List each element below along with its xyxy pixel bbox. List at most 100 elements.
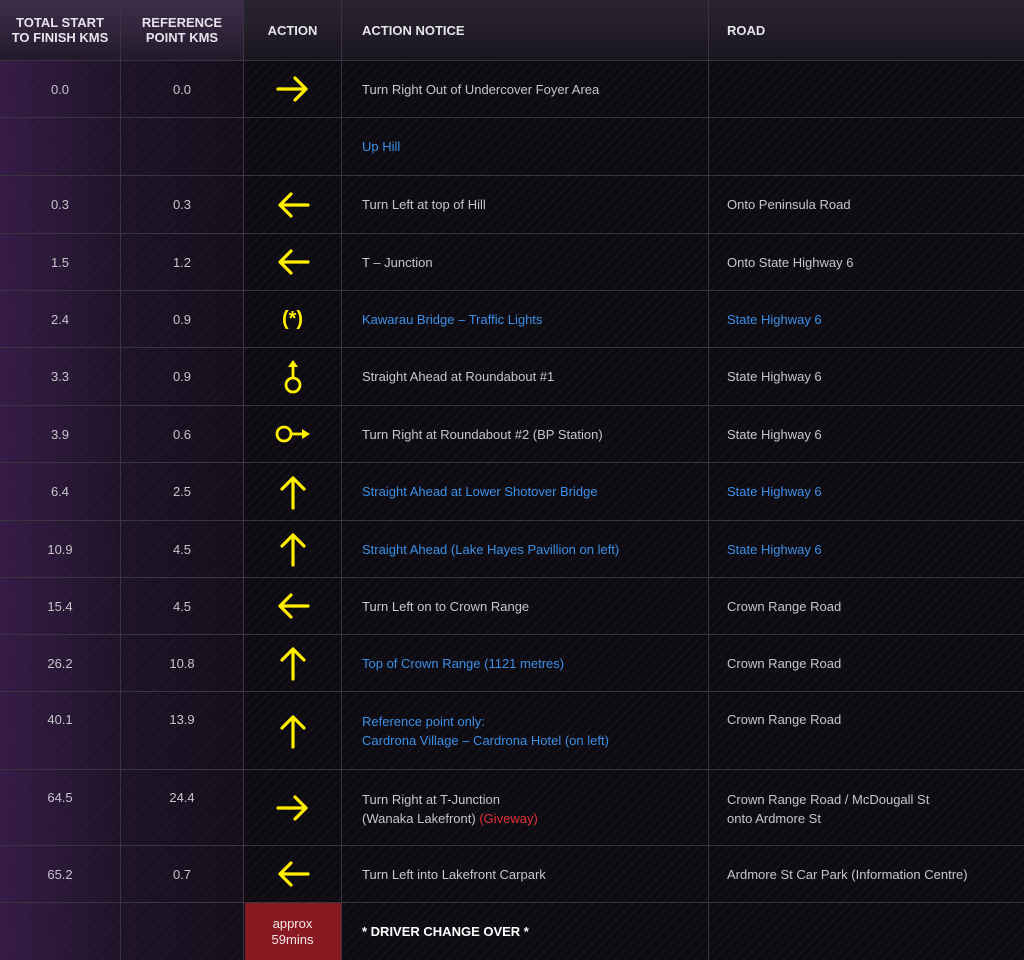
reference-kms: 0.0 [121, 61, 244, 117]
table-row: Up Hill [0, 118, 1024, 176]
arrow-left-icon [277, 861, 310, 887]
road: Onto Peninsula Road [727, 197, 851, 212]
header-total-kms: TOTAL START TO FINISH KMS [0, 0, 121, 60]
total-kms [0, 118, 121, 175]
action-notice: Turn Left on to Crown Range [342, 578, 709, 634]
arrow-left-icon [277, 593, 310, 619]
total-kms: 3.3 [0, 348, 121, 405]
arrow-left-icon [277, 249, 310, 275]
reference-kms: 0.9 [121, 291, 244, 347]
action-notice: Turn Right Out of Undercover Foyer Area [342, 61, 709, 117]
table-row: 3.3 0.9 Straight Ahead at Roundabout #1 … [0, 348, 1024, 406]
reference-kms: 1.2 [121, 234, 244, 290]
action-notice: Turn Right at T-Junction (Wanaka Lakefro… [342, 770, 709, 845]
action-cell [244, 578, 342, 634]
action-cell [244, 118, 342, 175]
action-cell [244, 521, 342, 577]
road: State Highway 6 [727, 426, 822, 442]
action-cell [244, 463, 342, 520]
approx-time-badge: approx 59mins [244, 903, 341, 960]
road [709, 118, 1024, 175]
reference-kms: 0.3 [121, 176, 244, 233]
total-kms: 64.5 [0, 770, 121, 845]
action-cell: (*) [244, 291, 342, 347]
reference-kms: 4.5 [121, 578, 244, 634]
road: Ardmore St Car Park (Information Centre) [727, 866, 968, 882]
table-row: 3.9 0.6 Turn Right at Roundabout #2 (BP … [0, 406, 1024, 463]
action-cell [244, 406, 342, 462]
total-kms: 40.1 [0, 692, 121, 769]
reference-kms: 0.7 [121, 846, 244, 902]
reference-kms: 0.9 [121, 348, 244, 405]
total-kms: 10.9 [0, 521, 121, 577]
roundabout-straight-icon [284, 359, 301, 393]
action-notice: Turn Left into Lakefront Carpark [342, 846, 709, 902]
driver-change-notice: * DRIVER CHANGE OVER * [342, 903, 709, 960]
road: State Highway 6 [727, 369, 822, 384]
arrow-up-icon [279, 533, 306, 567]
road: Onto State Highway 6 [727, 254, 854, 270]
table-row: approx 59mins * DRIVER CHANGE OVER * [0, 903, 1024, 960]
table-row: 1.5 1.2 T – Junction Onto State Highway … [0, 234, 1024, 291]
action-cell [244, 635, 342, 691]
total-kms: 2.4 [0, 291, 121, 347]
reference-kms: 2.5 [121, 463, 244, 520]
action-notice: Top of Crown Range (1121 metres) [342, 635, 709, 691]
action-notice: Up Hill [342, 118, 709, 175]
arrow-up-icon [279, 475, 306, 510]
action-cell [244, 770, 342, 845]
reference-kms: 13.9 [121, 692, 244, 769]
reference-kms: 10.8 [121, 635, 244, 691]
roundabout-right-icon [275, 425, 310, 443]
total-kms [0, 903, 121, 960]
arrow-right-icon [275, 794, 308, 821]
reference-kms: 0.6 [121, 406, 244, 462]
total-kms: 65.2 [0, 846, 121, 902]
header-reference-kms: REFERENCE POINT KMS [121, 0, 244, 60]
action-notice: Straight Ahead (Lake Hayes Pavillion on … [342, 521, 709, 577]
total-kms: 3.9 [0, 406, 121, 462]
table-row: 0.3 0.3 Turn Left at top of Hill Onto Pe… [0, 176, 1024, 234]
action-notice: Turn Left at top of Hill [342, 176, 709, 233]
traffic-lights-icon: (*) [281, 307, 304, 330]
road: Crown Range Road / McDougall St onto Ardm… [727, 792, 930, 826]
action-cell: approx 59mins [244, 903, 342, 960]
table-header: TOTAL START TO FINISH KMS REFERENCE POINT … [0, 0, 1024, 61]
action-cell [244, 846, 342, 902]
header-road: ROAD [727, 22, 766, 38]
table-row: 26.2 10.8 Top of Crown Range (1121 metre… [0, 635, 1024, 692]
table-row: 65.2 0.7 Turn Left into Lakefront Carpar… [0, 846, 1024, 903]
action-cell [244, 61, 342, 117]
action-notice: Kawarau Bridge – Traffic Lights [342, 291, 709, 347]
total-kms: 26.2 [0, 635, 121, 691]
table-row: 6.4 2.5 Straight Ahead at Lower Shotover… [0, 463, 1024, 521]
total-kms: 1.5 [0, 234, 121, 290]
reference-kms [121, 118, 244, 175]
table-row: 2.4 0.9 (*) Kawarau Bridge – Traffic Lig… [0, 291, 1024, 348]
arrow-up-icon [279, 647, 306, 681]
total-kms: 0.0 [0, 61, 121, 117]
route-instructions-table: TOTAL START TO FINISH KMS REFERENCE POINT … [0, 0, 1024, 960]
giveway-note: (Giveway) [479, 811, 538, 826]
header-action: ACTION [244, 0, 342, 60]
table-row: 15.4 4.5 Turn Left on to Crown Range Cro… [0, 578, 1024, 635]
arrow-up-icon [279, 714, 306, 749]
table-row: 40.1 13.9 Reference point only: Cardrona … [0, 692, 1024, 770]
total-kms: 6.4 [0, 463, 121, 520]
action-notice: Reference point only: Cardrona Village – … [342, 692, 709, 769]
road: State Highway 6 [727, 541, 822, 557]
road: Crown Range Road [727, 598, 842, 614]
arrow-right-icon [275, 76, 308, 102]
reference-kms [121, 903, 244, 960]
total-kms: 0.3 [0, 176, 121, 233]
reference-kms: 24.4 [121, 770, 244, 845]
action-cell [244, 176, 342, 233]
action-notice: Turn Right at Roundabout #2 (BP Station) [342, 406, 709, 462]
action-cell [244, 348, 342, 405]
table-row: 64.5 24.4 Turn Right at T-Junction (Wana… [0, 770, 1024, 846]
road [709, 903, 1024, 960]
total-kms: 15.4 [0, 578, 121, 634]
table-row: 0.0 0.0 Turn Right Out of Undercover Foy… [0, 61, 1024, 118]
header-action-notice: ACTION NOTICE [342, 0, 709, 60]
action-cell [244, 234, 342, 290]
